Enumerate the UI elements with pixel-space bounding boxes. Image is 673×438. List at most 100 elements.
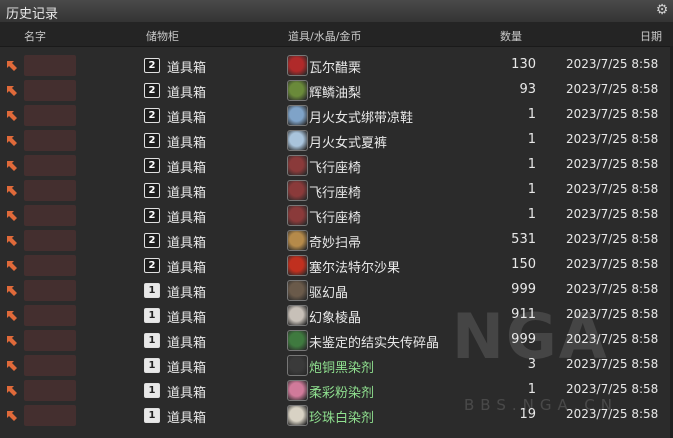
item-icon[interactable] — [287, 130, 308, 151]
storage-number-icon: 1 — [144, 358, 160, 373]
character-name-redacted — [24, 405, 76, 426]
timestamp: 2023/7/25 8:58 — [566, 82, 659, 96]
withdraw-arrow-icon — [7, 136, 17, 146]
item-icon[interactable] — [287, 380, 308, 401]
storage-label: 道具箱 — [167, 111, 207, 126]
item-name: 驱幻晶 — [309, 286, 349, 301]
title-bar: 历史记录 ⚙ — [0, 0, 673, 23]
storage-number-icon: 2 — [144, 108, 160, 123]
col-date[interactable]: 日期 — [640, 28, 662, 44]
item-icon[interactable] — [287, 230, 308, 251]
item-icon[interactable] — [287, 405, 308, 426]
history-row[interactable]: 1 道具箱 柔彩粉染剂 1 2023/7/25 8:58 — [0, 378, 673, 403]
history-row[interactable]: 2 道具箱 飞行座椅 1 2023/7/25 8:58 — [0, 178, 673, 203]
item-icon[interactable] — [287, 280, 308, 301]
item-quantity: 1 — [527, 207, 536, 222]
withdraw-arrow-icon — [7, 211, 17, 221]
character-name-redacted — [24, 380, 76, 401]
storage-number-icon: 1 — [144, 308, 160, 323]
history-row[interactable]: 2 道具箱 奇妙扫帚 531 2023/7/25 8:58 — [0, 228, 673, 253]
storage-number-icon: 2 — [144, 133, 160, 148]
storage-number-icon: 2 — [144, 183, 160, 198]
item-icon[interactable] — [287, 205, 308, 226]
storage-number-icon: 2 — [144, 233, 160, 248]
item-quantity: 999 — [511, 332, 536, 347]
item-icon[interactable] — [287, 155, 308, 176]
history-row[interactable]: 1 道具箱 幻象棱晶 911 2023/7/25 8:58 — [0, 303, 673, 328]
history-row[interactable]: 2 道具箱 辉鳞油梨 93 2023/7/25 8:58 — [0, 78, 673, 103]
item-name: 辉鳞油梨 — [309, 86, 362, 101]
storage-label: 道具箱 — [167, 161, 207, 176]
withdraw-arrow-icon — [7, 386, 17, 396]
col-storage[interactable]: 储物柜 — [146, 28, 179, 44]
history-row[interactable]: 1 道具箱 炮铜黑染剂 3 2023/7/25 8:58 — [0, 353, 673, 378]
item-icon[interactable] — [287, 255, 308, 276]
timestamp: 2023/7/25 8:58 — [566, 307, 659, 321]
timestamp: 2023/7/25 8:58 — [566, 357, 659, 371]
withdraw-arrow-icon — [7, 236, 17, 246]
storage-label: 道具箱 — [167, 261, 207, 276]
timestamp: 2023/7/25 8:58 — [566, 182, 659, 196]
history-row[interactable]: 2 道具箱 月火女式绑带凉鞋 1 2023/7/25 8:58 — [0, 103, 673, 128]
item-icon[interactable] — [287, 305, 308, 326]
col-qty[interactable]: 数量 — [500, 28, 522, 44]
history-row[interactable]: 2 道具箱 飞行座椅 1 2023/7/25 8:58 — [0, 153, 673, 178]
storage-number-icon: 2 — [144, 208, 160, 223]
history-row[interactable]: 2 道具箱 塞尔法特尔沙果 150 2023/7/25 8:58 — [0, 253, 673, 278]
timestamp: 2023/7/25 8:58 — [566, 382, 659, 396]
timestamp: 2023/7/25 8:58 — [566, 132, 659, 146]
history-row[interactable]: 1 道具箱 驱幻晶 999 2023/7/25 8:58 — [0, 278, 673, 303]
col-item[interactable]: 道具/水晶/金币 — [288, 28, 361, 44]
item-icon[interactable] — [287, 355, 308, 376]
timestamp: 2023/7/25 8:58 — [566, 207, 659, 221]
item-icon[interactable] — [287, 180, 308, 201]
item-name: 塞尔法特尔沙果 — [309, 261, 401, 276]
storage-label: 道具箱 — [167, 386, 207, 401]
storage-label: 道具箱 — [167, 361, 207, 376]
character-name-redacted — [24, 130, 76, 151]
character-name-redacted — [24, 280, 76, 301]
character-name-redacted — [24, 155, 76, 176]
timestamp: 2023/7/25 8:58 — [566, 257, 659, 271]
item-quantity: 1 — [527, 382, 536, 397]
withdraw-arrow-icon — [7, 311, 17, 321]
character-name-redacted — [24, 355, 76, 376]
character-name-redacted — [24, 205, 76, 226]
item-icon[interactable] — [287, 55, 308, 76]
history-row[interactable]: 2 道具箱 瓦尔醋栗 130 2023/7/25 8:58 — [0, 53, 673, 78]
withdraw-arrow-icon — [7, 361, 17, 371]
item-icon[interactable] — [287, 80, 308, 101]
history-row[interactable]: 2 道具箱 月火女式夏裤 1 2023/7/25 8:58 — [0, 128, 673, 153]
character-name-redacted — [24, 255, 76, 276]
item-name: 飞行座椅 — [309, 161, 362, 176]
col-name[interactable]: 名字 — [24, 28, 46, 44]
storage-label: 道具箱 — [167, 286, 207, 301]
item-name: 瓦尔醋栗 — [309, 61, 362, 76]
item-name: 月火女式夏裤 — [309, 136, 388, 151]
item-name: 未鉴定的结实失传碎晶 — [309, 336, 440, 351]
item-quantity: 1 — [527, 157, 536, 172]
character-name-redacted — [24, 230, 76, 251]
storage-label: 道具箱 — [167, 86, 207, 101]
item-quantity: 531 — [511, 232, 536, 247]
storage-number-icon: 2 — [144, 58, 160, 73]
item-quantity: 19 — [519, 407, 536, 422]
storage-number-icon: 1 — [144, 283, 160, 298]
storage-number-icon: 1 — [144, 383, 160, 398]
item-icon[interactable] — [287, 105, 308, 126]
withdraw-arrow-icon — [7, 411, 17, 421]
item-name: 飞行座椅 — [309, 186, 362, 201]
storage-number-icon: 2 — [144, 258, 160, 273]
history-row[interactable]: 1 道具箱 未鉴定的结实失传碎晶 999 2023/7/25 8:58 — [0, 328, 673, 353]
timestamp: 2023/7/25 8:58 — [566, 332, 659, 346]
history-row[interactable]: 1 道具箱 珍珠白染剂 19 2023/7/25 8:58 — [0, 403, 673, 428]
item-quantity: 999 — [511, 282, 536, 297]
settings-gear-icon[interactable]: ⚙ — [654, 2, 670, 18]
item-quantity: 911 — [511, 307, 536, 322]
history-row[interactable]: 2 道具箱 飞行座椅 1 2023/7/25 8:58 — [0, 203, 673, 228]
item-icon[interactable] — [287, 330, 308, 351]
storage-label: 道具箱 — [167, 311, 207, 326]
storage-number-icon: 1 — [144, 333, 160, 348]
storage-number-icon: 2 — [144, 83, 160, 98]
storage-number-icon: 1 — [144, 408, 160, 423]
